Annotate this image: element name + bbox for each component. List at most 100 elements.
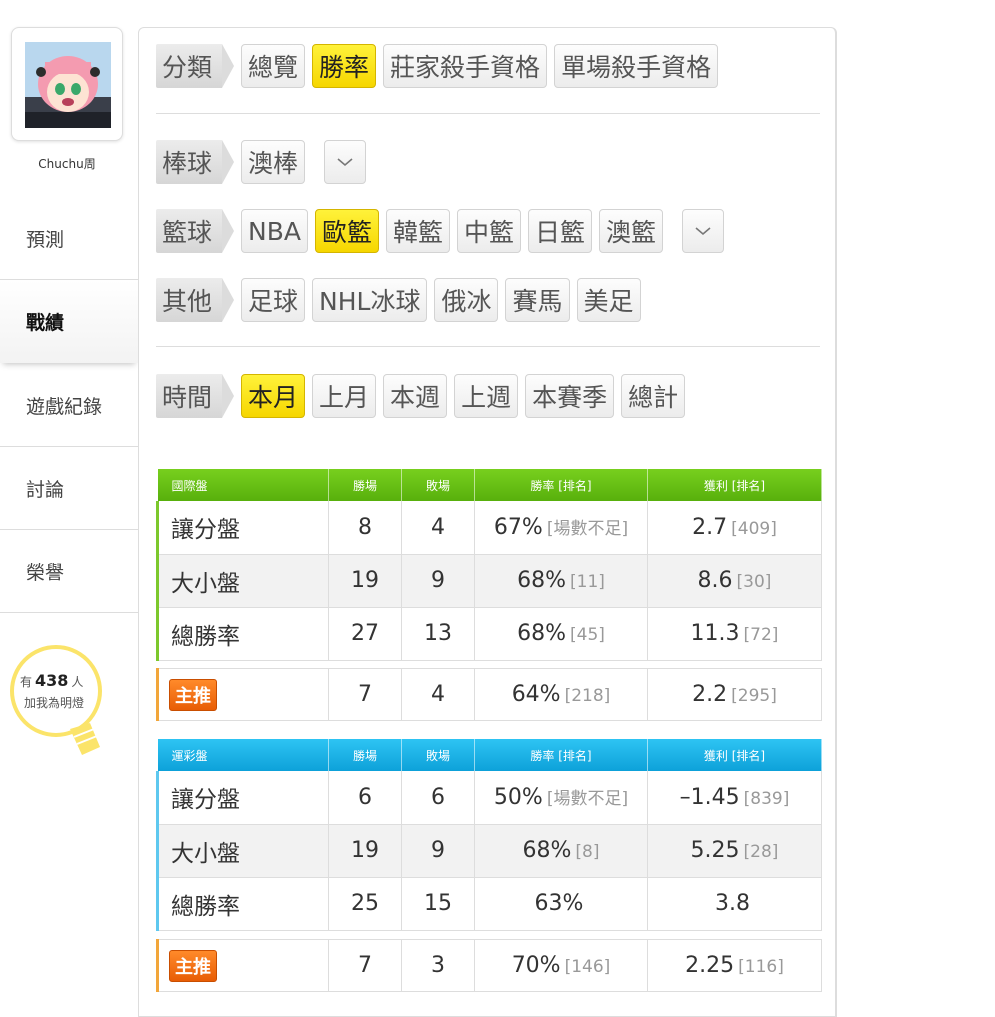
- baseball-more-button[interactable]: [324, 140, 367, 184]
- profit-value: 2.7: [692, 514, 728, 540]
- winrate-value: 68%: [517, 568, 566, 593]
- header-wins: 勝場: [328, 469, 402, 501]
- basketball-tag: 籃球: [156, 209, 235, 253]
- nav-item-game-log[interactable]: 遊戲紀錄: [0, 364, 138, 447]
- divider: [156, 113, 820, 114]
- basketball-filter: 籃球 NBA 歐籃 韓籃 中籃 日籃 澳籃: [156, 209, 725, 253]
- profit-rank: [116]: [738, 957, 784, 977]
- row-label: 讓分盤: [156, 501, 329, 555]
- profit-rank: [72]: [743, 625, 779, 645]
- sidebar: Chuchu周 預測 戰績 遊戲紀錄 討論 榮譽 有 438 人 加我為明燈: [0, 0, 140, 1000]
- main-pick-label: 主推: [156, 939, 329, 992]
- follow-lamp[interactable]: 有 438 人 加我為明燈: [10, 643, 106, 763]
- other-horse-button[interactable]: 賽馬: [505, 278, 570, 322]
- category-tag: 分類: [156, 44, 235, 88]
- basketball-korea-button[interactable]: 韓籃: [386, 209, 451, 253]
- losses-cell: 9: [401, 824, 475, 878]
- winrate-value: 50%: [493, 785, 543, 811]
- table-header: 運彩盤 勝場 敗場 勝率 [排名] 獲利 [排名]: [157, 739, 822, 771]
- winrate-rank: [146]: [564, 957, 611, 977]
- other-soccer-button[interactable]: 足球: [241, 278, 306, 322]
- header-market: 運彩盤: [157, 739, 329, 771]
- basketball-japan-button[interactable]: 日籃: [528, 209, 593, 253]
- profit-cell: 8.6 [30]: [647, 554, 822, 608]
- winrate-rank: [45]: [570, 625, 605, 645]
- header-winrate: 勝率 [排名]: [474, 469, 648, 501]
- profit-value: 3.8: [715, 891, 750, 916]
- time-this-month-button[interactable]: 本月: [241, 374, 306, 418]
- losses-cell: 3: [401, 939, 475, 992]
- winrate-rank: [場數不足]: [546, 519, 629, 540]
- losses-cell: 9: [401, 554, 475, 608]
- profit-value: 5.25: [690, 838, 740, 863]
- table-row: 讓分盤 6 6 50% [場數不足] –1.45 [839]: [156, 771, 822, 825]
- intl-stats-table: 國際盤 勝場 敗場 勝率 [排名] 獲利 [排名] 讓分盤 8 4 67% [場數…: [156, 469, 822, 661]
- chevron-down-icon: [695, 227, 711, 236]
- time-this-week-button[interactable]: 本週: [383, 374, 448, 418]
- losses-cell: 15: [401, 877, 475, 931]
- main-panel: 分類 總覽 勝率 莊家殺手資格 單場殺手資格 棒球 澳棒 籃球 NBA 歐籃 韓…: [138, 27, 837, 1017]
- time-this-season-button[interactable]: 本賽季: [525, 374, 615, 418]
- wins-cell: 8: [328, 501, 402, 555]
- category-overview-button[interactable]: 總覽: [241, 44, 306, 88]
- basketball-euro-button[interactable]: 歐籃: [314, 209, 379, 253]
- wins-cell: 19: [328, 554, 402, 608]
- avatar-frame[interactable]: [11, 27, 123, 141]
- winrate-rank: [218]: [564, 686, 611, 706]
- profit-cell: 2.25 [116]: [647, 939, 822, 992]
- intl-main-pick-row: 主推 7 4 64% [218] 2.2 [295]: [156, 668, 822, 721]
- nav-item-predict[interactable]: 預測: [0, 197, 138, 280]
- category-single-killer-button[interactable]: 單場殺手資格: [554, 44, 719, 88]
- baseball-abl-button[interactable]: 澳棒: [241, 140, 306, 184]
- profit-value: 2.2: [692, 682, 728, 707]
- lottery-stats-table: 運彩盤 勝場 敗場 勝率 [排名] 獲利 [排名] 讓分盤 6 6 50% [場數…: [156, 739, 822, 931]
- profit-value: –1.45: [679, 784, 740, 810]
- wins-cell: 7: [328, 939, 402, 992]
- winrate-value: 64%: [511, 682, 561, 707]
- profit-cell: 3.8: [647, 877, 822, 931]
- wins-cell: 27: [328, 607, 402, 661]
- losses-cell: 4: [401, 668, 475, 721]
- header-winrate: 勝率 [排名]: [474, 739, 648, 771]
- table-row: 總勝率 25 15 63% 3.8: [156, 877, 822, 931]
- profit-cell: 11.3 [72]: [647, 607, 822, 661]
- table-row: 大小盤 19 9 68% [8] 5.25 [28]: [156, 824, 822, 878]
- time-last-month-button[interactable]: 上月: [312, 374, 377, 418]
- table-row: 讓分盤 8 4 67% [場數不足] 2.7 [409]: [156, 501, 822, 555]
- nav-item-honor[interactable]: 榮譽: [0, 530, 138, 613]
- other-nhl-button[interactable]: NHL冰球: [312, 278, 428, 322]
- wins-cell: 7: [328, 668, 402, 721]
- basketball-china-button[interactable]: 中籃: [457, 209, 522, 253]
- category-filter: 分類 總覽 勝率 莊家殺手資格 單場殺手資格: [156, 44, 719, 88]
- losses-cell: 6: [401, 771, 475, 825]
- wins-cell: 25: [328, 877, 402, 931]
- other-nfl-button[interactable]: 美足: [576, 278, 641, 322]
- avatar[interactable]: [25, 42, 111, 128]
- winrate-value: 63%: [534, 891, 584, 916]
- basketball-more-button[interactable]: [682, 209, 725, 253]
- winrate-value: 67%: [493, 515, 543, 541]
- profit-cell: 2.2 [295]: [647, 668, 822, 721]
- profit-cell: 5.25 [28]: [647, 824, 822, 878]
- main-pick-badge: 主推: [169, 678, 217, 711]
- other-khl-button[interactable]: 俄冰: [434, 278, 499, 322]
- profit-cell: –1.45 [839]: [647, 771, 822, 825]
- time-last-week-button[interactable]: 上週: [454, 374, 519, 418]
- profit-rank: [295]: [731, 686, 777, 706]
- row-label: 讓分盤: [156, 771, 329, 825]
- winrate-cell: 70% [146]: [474, 939, 648, 992]
- winrate-cell: 63%: [474, 877, 648, 931]
- category-banker-killer-button[interactable]: 莊家殺手資格: [383, 44, 548, 88]
- nav-item-discussion[interactable]: 討論: [0, 447, 138, 530]
- time-total-button[interactable]: 總計: [621, 374, 686, 418]
- basketball-nba-button[interactable]: NBA: [241, 209, 308, 253]
- header-losses: 敗場: [401, 469, 475, 501]
- fan-count-line: 有 438 人: [20, 671, 83, 690]
- basketball-australia-button[interactable]: 澳籃: [599, 209, 664, 253]
- table-row: 總勝率 27 13 68% [45] 11.3 [72]: [156, 607, 822, 661]
- nav-item-record[interactable]: 戰績: [0, 280, 138, 363]
- row-label: 總勝率: [156, 877, 329, 931]
- profit-cell: 2.7 [409]: [647, 501, 822, 555]
- winrate-rank: [場數不足]: [546, 789, 629, 810]
- category-winrate-button[interactable]: 勝率: [312, 44, 377, 88]
